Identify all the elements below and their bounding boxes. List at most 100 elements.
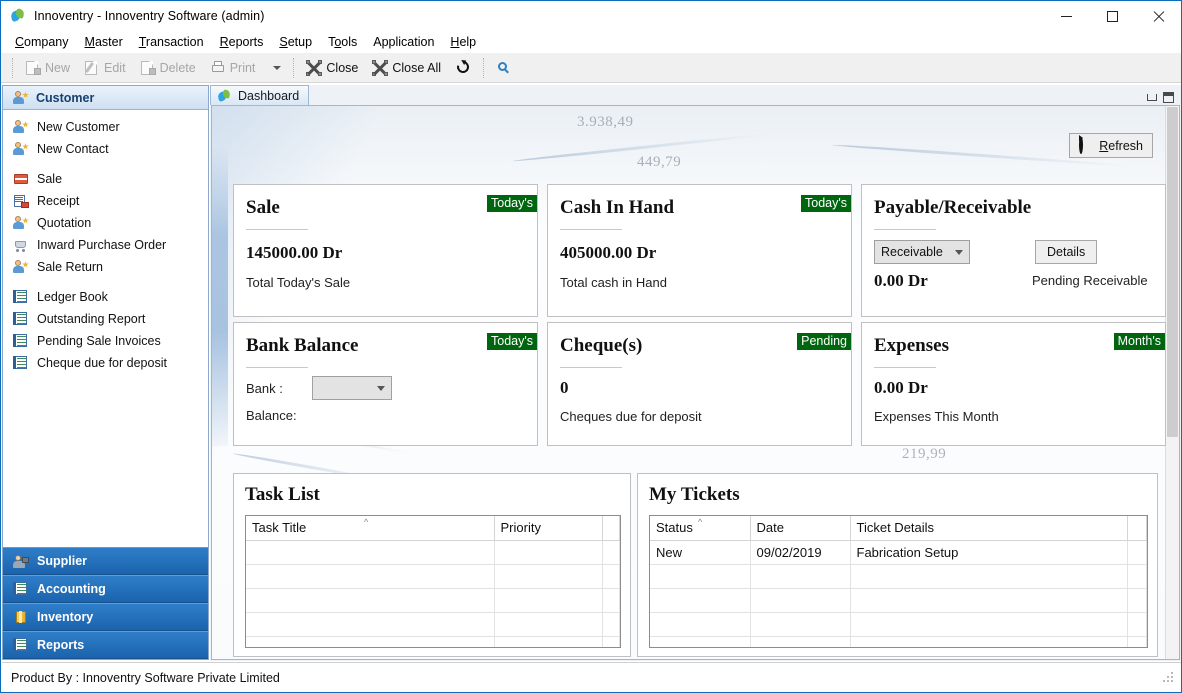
cell-spacer xyxy=(1127,540,1147,565)
edit-button[interactable]: Edit xyxy=(77,58,133,78)
delete-button[interactable]: Delete xyxy=(133,58,203,78)
maximize-button[interactable] xyxy=(1089,1,1135,31)
menu-application[interactable]: Application xyxy=(365,33,442,51)
table-row[interactable] xyxy=(246,564,620,589)
sidebar-item-sale-return[interactable]: Sale Return xyxy=(3,256,208,278)
panel-title: Task List xyxy=(245,484,320,505)
sidebar-item-outstanding-report[interactable]: Outstanding Report xyxy=(3,308,208,330)
card-title: Cheque(s) xyxy=(560,335,643,356)
card-subtitle: Cheques due for deposit xyxy=(560,409,702,424)
table-row[interactable] xyxy=(246,540,620,565)
refresh-icon xyxy=(1079,136,1094,154)
sidebar-item-cheque-due-for-deposit[interactable]: Cheque due for deposit xyxy=(3,352,208,374)
table-row[interactable] xyxy=(650,564,1147,589)
toolbar-search-button[interactable] xyxy=(489,58,519,78)
print-button[interactable]: Print xyxy=(203,58,263,78)
sidebar-item-label: Outstanding Report xyxy=(37,312,146,326)
sidebar-item-pending-sale-invoices[interactable]: Pending Sale Invoices xyxy=(3,330,208,352)
sale-icon xyxy=(13,171,29,187)
column-header-task-title[interactable]: ^ Task Title xyxy=(246,516,495,541)
mdi-minimize-icon[interactable] xyxy=(1147,94,1157,101)
column-header-spacer xyxy=(602,516,620,541)
new-button[interactable]: New xyxy=(18,58,77,78)
menu-setup[interactable]: Setup xyxy=(271,33,320,51)
column-header-status[interactable]: ^ Status xyxy=(650,516,751,541)
sidebar-item-inward-purchase-order[interactable]: Inward Purchase Order xyxy=(3,234,208,256)
table-row[interactable] xyxy=(246,636,620,647)
card-value: 0 xyxy=(560,378,569,397)
column-header-ticket-details[interactable]: Ticket Details xyxy=(850,516,1128,541)
scrollbar-thumb[interactable] xyxy=(1167,107,1178,437)
task-list-grid[interactable]: ^ Task Title Priority xyxy=(245,515,621,648)
new-button-label: New xyxy=(45,60,71,75)
table-row[interactable] xyxy=(650,588,1147,613)
sidebar-item-ledger-book[interactable]: Ledger Book xyxy=(3,286,208,308)
minimize-button[interactable] xyxy=(1043,1,1089,31)
sidebar-item-new-customer[interactable]: New Customer xyxy=(3,116,208,138)
menu-tools[interactable]: Tools xyxy=(320,33,365,51)
print-dropdown-button[interactable] xyxy=(262,64,288,72)
close-icon xyxy=(1152,10,1165,23)
column-header-label: Ticket Details xyxy=(856,520,935,536)
details-button[interactable]: Details xyxy=(1035,240,1098,264)
cart-icon xyxy=(13,237,29,253)
sidebar-item-label: Receipt xyxy=(37,194,80,208)
sidebar: Customer New Customer New Contact Sale R… xyxy=(2,85,209,660)
close-tab-button[interactable]: Close xyxy=(299,58,365,78)
customer-icon xyxy=(13,90,29,106)
menu-master[interactable]: Master xyxy=(77,33,131,51)
customer-icon xyxy=(13,141,29,157)
refresh-button[interactable]: Refresh xyxy=(1069,133,1153,158)
sidebar-item-label: New Contact xyxy=(37,142,109,156)
menu-help[interactable]: Help xyxy=(442,33,484,51)
sidebar-item-sale[interactable]: Sale xyxy=(3,168,208,190)
sidebar-group-reports[interactable]: Reports xyxy=(3,631,208,659)
title-bar: Innoventry - Innoventry Software (admin) xyxy=(1,1,1181,31)
receipt-icon xyxy=(13,193,29,209)
mdi-restore-icon[interactable] xyxy=(1163,92,1174,103)
resize-grip-icon[interactable] xyxy=(1162,671,1176,685)
table-row[interactable] xyxy=(246,612,620,637)
refresh-icon xyxy=(454,58,472,76)
column-header-date[interactable]: Date xyxy=(750,516,851,541)
menu-company[interactable]: Company xyxy=(7,33,77,51)
menu-transaction[interactable]: Transaction xyxy=(131,33,212,51)
dashboard-scrollbar[interactable] xyxy=(1165,106,1179,659)
table-row[interactable] xyxy=(650,636,1147,647)
menu-reports[interactable]: Reports xyxy=(212,33,272,51)
sidebar-group-supplier[interactable]: Supplier xyxy=(3,547,208,575)
sidebar-item-label: Pending Sale Invoices xyxy=(37,334,161,348)
sidebar-header-customer[interactable]: Customer xyxy=(3,86,208,110)
my-tickets-grid[interactable]: ^ Status Date Ticket Details New 09/02/2… xyxy=(649,515,1148,648)
table-row[interactable]: New 09/02/2019 Fabrication Setup xyxy=(650,540,1147,565)
dashboard-panel: 3.938,49 449,79 219,99 Refresh Sale Toda… xyxy=(211,105,1180,660)
edit-button-label: Edit xyxy=(104,60,126,75)
card-divider xyxy=(874,229,936,230)
close-button[interactable] xyxy=(1135,1,1181,31)
card-title: Bank Balance xyxy=(246,335,359,356)
sidebar-group-inventory[interactable]: Inventory xyxy=(3,603,208,631)
sidebar-group-accounting[interactable]: Accounting xyxy=(3,575,208,603)
toolbar-refresh-button[interactable] xyxy=(448,58,478,78)
sidebar-header-label: Customer xyxy=(36,90,95,105)
bank-select[interactable] xyxy=(312,376,392,400)
sidebar-group-label: Supplier xyxy=(37,554,88,568)
close-all-button[interactable]: Close All xyxy=(365,58,448,78)
sidebar-item-label: Quotation xyxy=(37,216,92,230)
sidebar-item-receipt[interactable]: Receipt xyxy=(3,190,208,212)
sidebar-item-quotation[interactable]: Quotation xyxy=(3,212,208,234)
sidebar-item-label: Inward Purchase Order xyxy=(37,238,167,252)
sidebar-group-label: Inventory xyxy=(37,610,94,624)
ledger-icon xyxy=(13,355,29,371)
panel-title: My Tickets xyxy=(649,484,740,505)
table-row[interactable] xyxy=(246,588,620,613)
tab-dashboard[interactable]: Dashboard xyxy=(210,85,310,105)
sidebar-items: New Customer New Contact Sale Receipt Qu… xyxy=(3,110,208,547)
table-row[interactable] xyxy=(650,612,1147,637)
sidebar-item-new-contact[interactable]: New Contact xyxy=(3,138,208,160)
delete-button-label: Delete xyxy=(159,60,196,75)
sidebar-item-label: New Customer xyxy=(37,120,120,134)
column-header-priority[interactable]: Priority xyxy=(494,516,603,541)
payable-receivable-select[interactable]: Receivable xyxy=(874,240,970,264)
card-subtitle: Expenses This Month xyxy=(874,409,999,424)
